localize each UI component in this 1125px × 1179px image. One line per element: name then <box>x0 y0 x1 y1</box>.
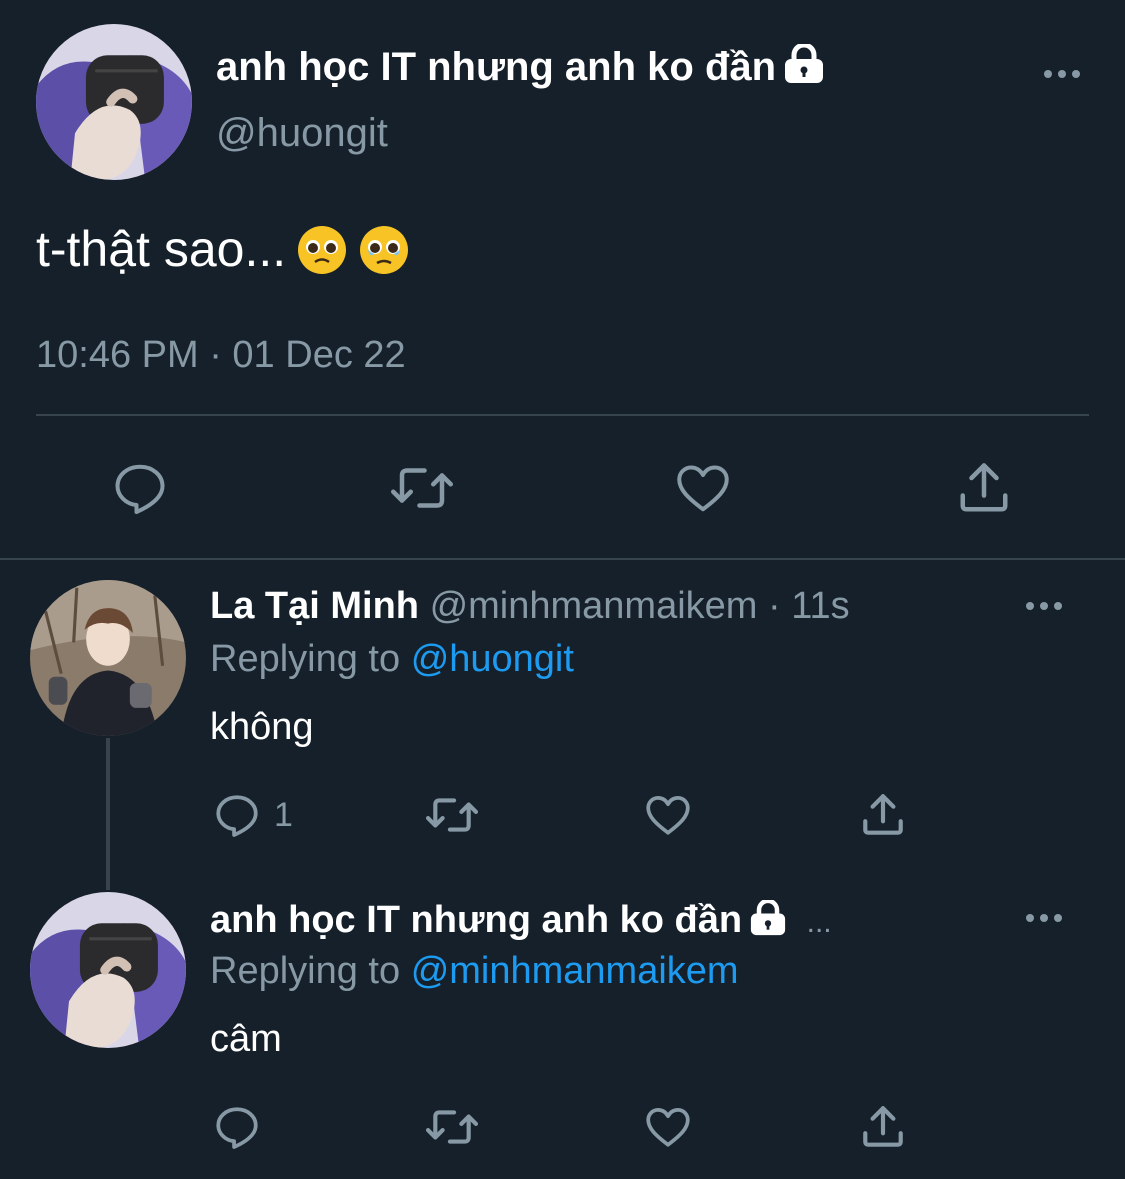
author-name-text: anh học IT nhưng anh ko đần <box>216 45 777 89</box>
reply1-like-button[interactable] <box>642 790 694 840</box>
reply1-author-handle[interactable]: @minhmanmaikem <box>430 585 758 627</box>
reply2-avatar-image <box>30 892 186 1048</box>
share-icon <box>960 463 1008 512</box>
retweet-button[interactable] <box>388 458 456 518</box>
reply1-author-name[interactable]: La Tại Minh <box>210 585 419 627</box>
reply1-time[interactable]: · 11s <box>768 585 850 627</box>
replying-to-link[interactable]: @minhmanmaikem <box>411 950 739 992</box>
face-holding-back-tears-icon <box>360 226 409 274</box>
reply1-reply-button[interactable]: 1 <box>212 790 293 840</box>
reply2-header: anh học IT nhưng anh ko đần ... <box>210 896 832 947</box>
share-icon <box>863 1106 903 1147</box>
replying-to-label: Replying to <box>210 638 401 680</box>
reply1-header: La Tại Minh @minhmanmaikem · 11s <box>210 582 850 630</box>
tweet-timestamp[interactable]: 10:46 PM · 01 Dec 22 <box>36 332 406 378</box>
reply2-truncation: ... <box>806 906 832 939</box>
tweet-text-content: t-thật sao... <box>36 221 287 277</box>
more-options-icon[interactable] <box>1024 600 1064 612</box>
like-button[interactable] <box>672 458 734 518</box>
author-handle[interactable]: @huongit <box>216 108 388 158</box>
reply-icon <box>115 464 165 514</box>
thread-connector-line <box>106 738 110 890</box>
reply1-replying-to: Replying to @huongit <box>210 636 574 682</box>
author-avatar[interactable] <box>36 24 192 180</box>
author-avatar-image <box>36 24 192 180</box>
reply1-retweet-button[interactable] <box>424 790 480 840</box>
more-options-icon[interactable] <box>1024 912 1064 924</box>
reply-button[interactable] <box>110 458 170 518</box>
share-button[interactable] <box>954 458 1014 518</box>
reply2-text: câm <box>210 1018 282 1060</box>
replying-to-link[interactable]: @huongit <box>411 638 574 680</box>
reply2-retweet-button[interactable] <box>424 1102 480 1152</box>
more-options-icon[interactable] <box>1042 68 1082 80</box>
retweet-icon <box>425 798 479 832</box>
lock-icon <box>785 44 824 83</box>
reply2-replying-to: Replying to @minhmanmaikem <box>210 948 739 994</box>
author-name: anh học IT nhưng anh ko đần <box>216 42 826 92</box>
like-icon <box>646 796 690 835</box>
reply1-avatar[interactable] <box>30 580 186 736</box>
reply1-text: không <box>210 706 314 748</box>
share-icon <box>863 794 903 835</box>
pleading-face-icon <box>298 226 347 274</box>
reply2-reply-button[interactable] <box>212 1102 262 1152</box>
reply2-share-button[interactable] <box>858 1102 908 1152</box>
like-icon <box>677 465 729 512</box>
reply-count: 1 <box>274 795 293 834</box>
reply1-share-button[interactable] <box>858 790 908 840</box>
tweet-text: t-thật sao... <box>36 218 410 280</box>
lock-icon <box>750 900 786 936</box>
reply2-avatar[interactable] <box>30 892 186 1048</box>
divider <box>36 414 1089 416</box>
reply-icon <box>216 795 258 837</box>
retweet-icon <box>425 1110 479 1144</box>
section-divider <box>0 558 1125 560</box>
retweet-icon <box>391 468 453 508</box>
reply1-avatar-image <box>30 580 186 736</box>
reply2-like-button[interactable] <box>642 1102 694 1152</box>
reply-icon <box>216 1107 258 1149</box>
like-icon <box>646 1108 690 1147</box>
reply2-author-name[interactable]: anh học IT nhưng anh ko đần <box>210 899 742 941</box>
replying-to-label: Replying to <box>210 950 401 992</box>
